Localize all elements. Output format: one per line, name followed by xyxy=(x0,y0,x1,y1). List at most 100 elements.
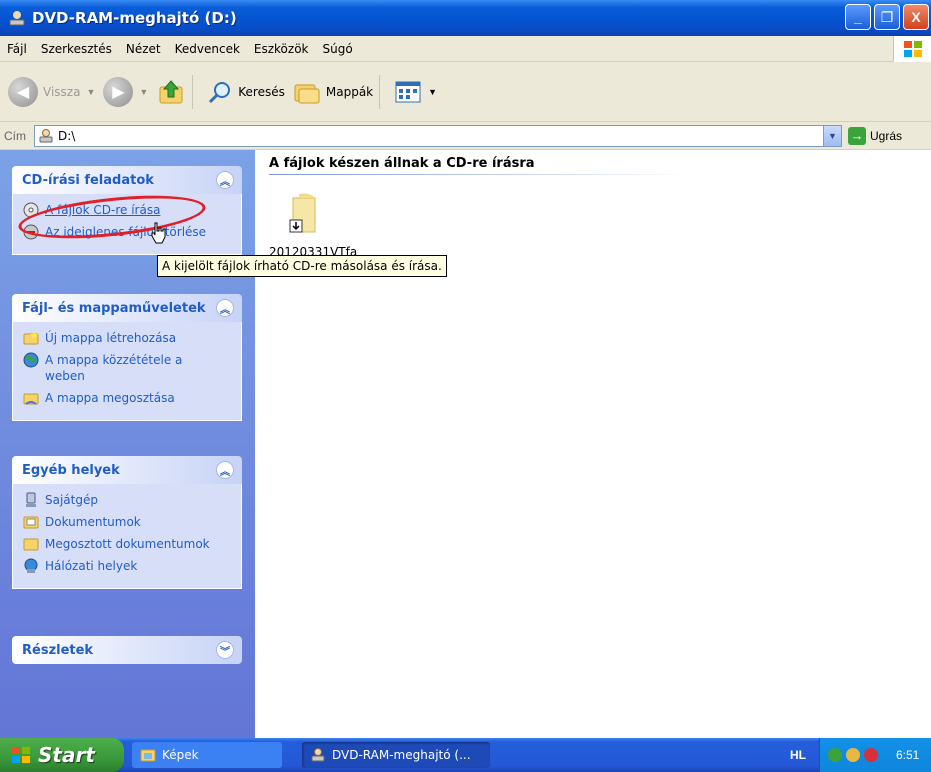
windows-flag-icon xyxy=(12,747,30,763)
go-arrow-icon: → xyxy=(848,126,866,145)
my-documents-link[interactable]: Dokumentumok xyxy=(23,514,235,530)
back-arrow-icon: ◀ xyxy=(8,76,38,107)
menu-edit[interactable]: Szerkesztés xyxy=(34,42,119,56)
toolbar-separator xyxy=(192,74,194,109)
title-bar: DVD-RAM-meghajtó (D:) _ ❐ X xyxy=(0,0,931,36)
panel-header[interactable]: Egyéb helyek ︽ xyxy=(12,456,242,484)
go-button[interactable]: → Ugrás xyxy=(848,126,902,145)
publish-folder-link[interactable]: A mappa közzététele a weben xyxy=(23,352,235,384)
speaker-tray-icon[interactable] xyxy=(846,748,860,762)
documents-folder-icon xyxy=(23,516,39,529)
new-folder-icon xyxy=(23,331,39,345)
chevron-down-icon[interactable]: ▼ xyxy=(86,87,95,97)
taskbar-button-images[interactable]: Képek xyxy=(132,742,282,768)
menu-tools[interactable]: Eszközök xyxy=(247,42,316,56)
cd-drive-icon xyxy=(311,748,325,762)
hand-cursor-icon xyxy=(151,222,166,244)
search-label: Keresés xyxy=(238,84,285,99)
panel-title: Részletek xyxy=(22,642,94,658)
forward-button[interactable]: ▶ ▼ xyxy=(103,76,148,107)
taskbar-button-label: DVD-RAM-meghajtó (... xyxy=(332,748,471,762)
group-divider xyxy=(269,174,689,175)
views-icon xyxy=(395,81,421,102)
shared-documents-link[interactable]: Megosztott dokumentumok xyxy=(23,536,235,552)
collapse-chevron-icon[interactable]: ︽ xyxy=(216,299,234,317)
task-label: Dokumentumok xyxy=(45,515,141,529)
network-globe-icon xyxy=(24,558,38,573)
forward-arrow-icon: ▶ xyxy=(103,76,134,107)
address-label: Cím xyxy=(4,128,26,143)
menu-file[interactable]: Fájl xyxy=(0,42,34,56)
minimize-button[interactable]: _ xyxy=(845,4,871,30)
taskbar-button-label: Képek xyxy=(162,748,199,762)
share-folder-icon xyxy=(23,393,39,405)
panel-title: CD-írási feladatok xyxy=(22,172,154,188)
language-indicator[interactable]: HL xyxy=(790,748,806,762)
taskbar: Start Képek DVD-RAM-meghajtó (... HL 6:5… xyxy=(0,738,931,772)
up-button[interactable] xyxy=(156,77,186,107)
panel-header[interactable]: Fájl- és mappaműveletek ︽ xyxy=(12,294,242,322)
task-label: A mappa megosztása xyxy=(45,391,175,405)
system-tray: 6:51 xyxy=(819,738,931,772)
address-input[interactable] xyxy=(58,128,818,143)
network-tray-icon[interactable] xyxy=(828,748,842,762)
tooltip: A kijelölt fájlok írható CD-re másolása … xyxy=(157,255,447,277)
globe-icon xyxy=(23,352,39,368)
address-dropdown-button[interactable]: ▼ xyxy=(823,125,841,146)
window-controls: _ ❐ X xyxy=(845,4,929,30)
security-tray-icon[interactable] xyxy=(864,748,878,762)
folder-up-icon xyxy=(159,79,183,103)
pictures-folder-icon xyxy=(140,749,156,762)
panel-body: Sajátgép Dokumentumok Megosztott dokumen… xyxy=(12,484,242,589)
close-button[interactable]: X xyxy=(903,4,929,30)
menu-help[interactable]: Súgó xyxy=(316,42,360,56)
task-label: Új mappa létrehozása xyxy=(45,331,177,345)
group-header: A fájlok készen állnak a CD-re írásra xyxy=(269,156,535,171)
windows-logo xyxy=(893,36,931,62)
toolbar: ◀ Vissza ▼ ▶ ▼ Keresés Mappák ▼ xyxy=(0,62,931,122)
expand-chevron-icon[interactable]: ︾ xyxy=(216,641,234,659)
folder-write-icon xyxy=(289,193,316,233)
menu-favorites[interactable]: Kedvencek xyxy=(168,42,247,56)
task-label: Hálózati helyek xyxy=(45,559,138,573)
my-computer-link[interactable]: Sajátgép xyxy=(23,492,235,508)
new-folder-link[interactable]: Új mappa létrehozása xyxy=(23,330,235,346)
maximize-button[interactable]: ❐ xyxy=(874,4,900,30)
panel-file-folder-tasks: Fájl- és mappaműveletek ︽ Új mappa létre… xyxy=(12,294,242,421)
windows-flag-icon xyxy=(903,41,922,57)
panel-header[interactable]: Részletek ︾ xyxy=(12,636,242,664)
panel-title: Egyéb helyek xyxy=(22,462,120,478)
back-label: Vissza xyxy=(43,84,81,99)
menu-bar: Fájl Szerkesztés Nézet Kedvencek Eszközö… xyxy=(0,36,931,62)
chevron-down-icon[interactable]: ▼ xyxy=(428,87,437,97)
task-label: Sajátgép xyxy=(45,493,98,507)
start-button[interactable]: Start xyxy=(0,738,124,772)
task-label: Megosztott dokumentumok xyxy=(45,537,210,551)
menu-view[interactable]: Nézet xyxy=(119,42,168,56)
taskbar-button-dvd-drive[interactable]: DVD-RAM-meghajtó (... xyxy=(302,742,490,768)
share-folder-link[interactable]: A mappa megosztása xyxy=(23,390,235,406)
chevron-down-icon[interactable]: ▼ xyxy=(139,87,148,97)
search-button[interactable]: Keresés xyxy=(207,79,285,105)
panel-header[interactable]: CD-írási feladatok ︽ xyxy=(12,166,242,194)
start-label: Start xyxy=(38,743,95,767)
folders-button[interactable]: Mappák xyxy=(293,79,373,105)
toolbar-separator xyxy=(379,74,381,109)
panel-title: Fájl- és mappaműveletek xyxy=(22,300,206,316)
folders-icon xyxy=(294,84,320,103)
views-button[interactable]: ▼ xyxy=(394,80,437,104)
network-places-link[interactable]: Hálózati helyek xyxy=(23,558,235,574)
address-bar: Cím ▼ → Ugrás xyxy=(0,122,931,150)
file-list-area[interactable]: A fájlok készen állnak a CD-re írásra 20… xyxy=(255,150,931,738)
cd-drive-icon xyxy=(9,11,25,26)
folders-label: Mappák xyxy=(325,84,374,99)
collapse-chevron-icon[interactable]: ︽ xyxy=(216,171,234,189)
file-item[interactable]: 20120331VTfa xyxy=(269,190,369,259)
cd-drive-icon xyxy=(39,128,53,142)
search-icon xyxy=(209,81,231,103)
back-button[interactable]: ◀ Vissza ▼ xyxy=(8,76,95,107)
task-pane: CD-írási feladatok ︽ A fájlok CD-re írás… xyxy=(0,150,255,738)
collapse-chevron-icon[interactable]: ︽ xyxy=(216,461,234,479)
address-field[interactable]: ▼ xyxy=(34,124,842,147)
computer-icon xyxy=(26,492,36,507)
